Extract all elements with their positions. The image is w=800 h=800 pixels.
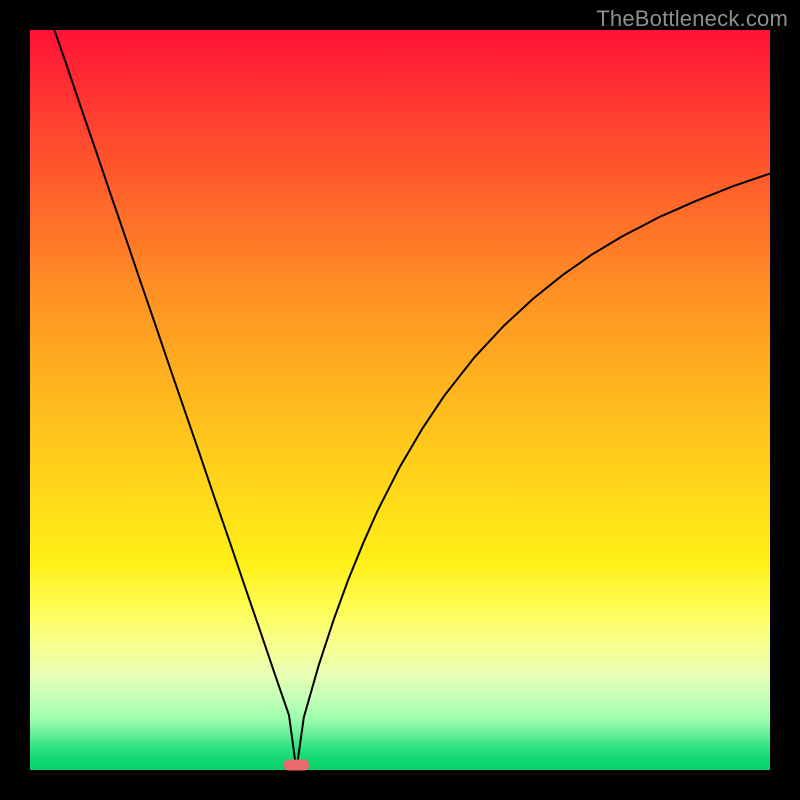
bottleneck-curve (54, 30, 770, 770)
watermark-text: TheBottleneck.com (596, 6, 788, 32)
minimum-marker (284, 760, 308, 770)
curve-svg (30, 30, 770, 770)
plot-area (30, 30, 770, 770)
chart-frame: TheBottleneck.com (0, 0, 800, 800)
